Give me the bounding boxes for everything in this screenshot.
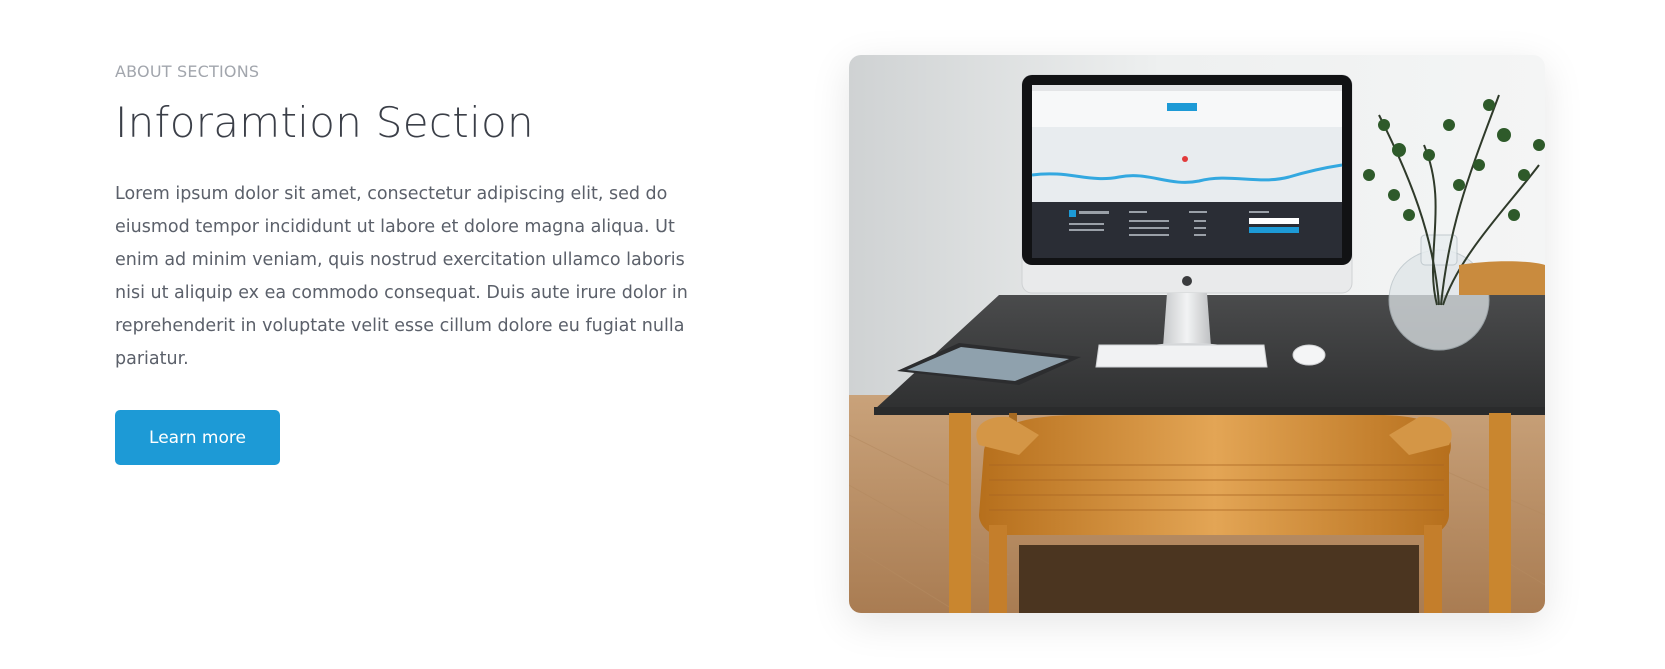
section-eyebrow: ABOUT SECTIONS xyxy=(115,62,260,81)
about-photo xyxy=(849,55,1545,613)
about-text-column: ABOUT SECTIONS Inforamtion Section Lorem… xyxy=(115,62,695,376)
section-body: Lorem ipsum dolor sit amet, consectetur … xyxy=(115,184,688,369)
about-section: ABOUT SECTIONS Inforamtion Section Lorem… xyxy=(0,0,1665,669)
section-title: Inforamtion Section xyxy=(115,98,534,147)
desk-scene-illustration xyxy=(849,55,1545,613)
learn-more-button[interactable]: Learn more xyxy=(115,410,280,465)
